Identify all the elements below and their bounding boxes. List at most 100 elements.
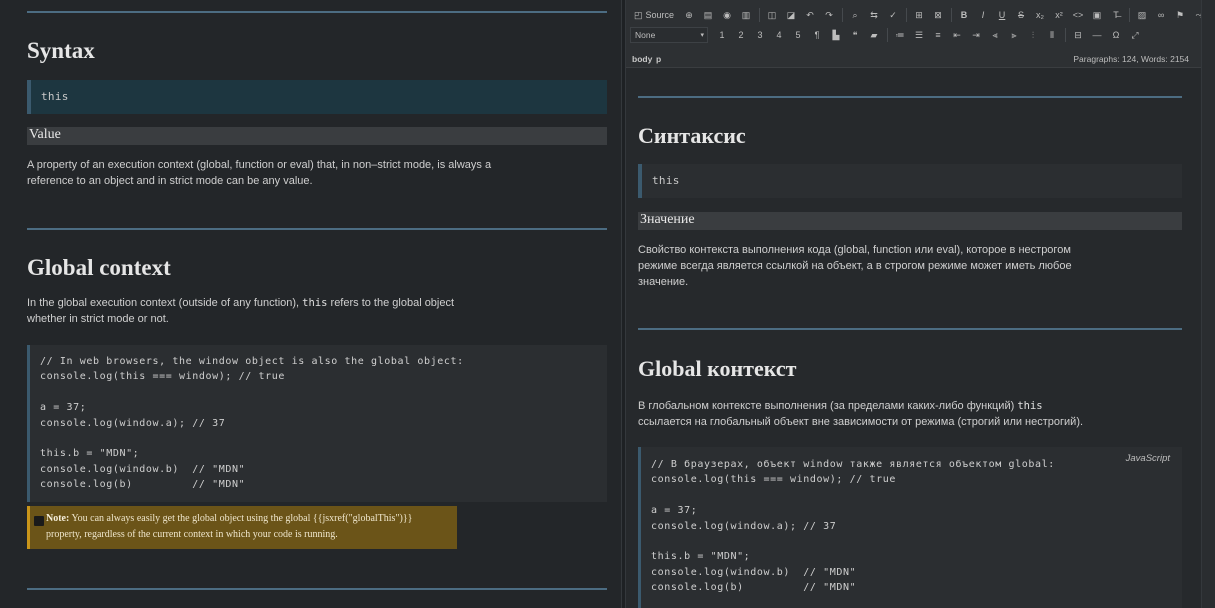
note-line: Note: You can always easily get the glob… xyxy=(46,511,446,527)
code-icon[interactable]: <> xyxy=(1070,7,1086,23)
special-char-icon[interactable]: Ω xyxy=(1108,27,1124,43)
copy-icon[interactable]: ◪ xyxy=(783,7,799,23)
value-paragraph[interactable]: Свойство контекста выполнения кода (glob… xyxy=(638,242,1178,290)
code-example-block[interactable]: // В браузерах, объект window также явля… xyxy=(638,447,1182,608)
format-select-value: None xyxy=(635,30,656,40)
link-icon[interactable]: ∞ xyxy=(1153,7,1169,23)
toolbar-separator xyxy=(1065,28,1066,42)
redo-icon[interactable]: ↷ xyxy=(821,7,837,23)
toolbar-row-1: ◰ Source ⊕ ▤ ◉ ▥ ◫ ◪ ↶ ↷ ⌕ ⇆ ✓ ⊞ ⊠ B I U … xyxy=(630,6,1210,24)
heading-5-icon[interactable]: 5 xyxy=(790,27,806,43)
inline-code: this xyxy=(1017,400,1043,412)
syntax-code: this xyxy=(652,174,680,187)
preview-icon[interactable]: ◉ xyxy=(719,7,735,23)
note-icon xyxy=(34,516,44,526)
source-label: Source xyxy=(645,10,675,20)
syntax-heading[interactable]: Синтаксис xyxy=(638,123,746,149)
box-icon[interactable]: ▣ xyxy=(1089,7,1105,23)
toolbar-separator xyxy=(951,8,953,22)
horizontal-rule-icon[interactable]: ― xyxy=(1089,27,1105,43)
bold-icon[interactable]: B xyxy=(956,7,972,23)
syntax-heading: Syntax xyxy=(27,38,95,63)
syntax-code-box[interactable]: this xyxy=(638,164,1182,198)
align-left-icon[interactable]: ⫷ xyxy=(987,27,1003,43)
value-heading-bar[interactable]: Значение xyxy=(638,212,1182,230)
heading-3-icon[interactable]: 3 xyxy=(752,27,768,43)
value-paragraph-line: Свойство контекста выполнения кода (glob… xyxy=(638,244,1071,256)
text-run: In the global execution context (outside… xyxy=(27,297,303,309)
cut-icon[interactable]: ◫ xyxy=(764,7,780,23)
code-example-block: // In web browsers, the window object is… xyxy=(27,345,607,502)
outdent-icon[interactable]: ⇤ xyxy=(949,27,965,43)
heading-1-icon[interactable]: 1 xyxy=(714,27,730,43)
find-icon[interactable]: ⌕ xyxy=(847,7,863,23)
maximize-icon[interactable]: ⤢ xyxy=(1127,27,1143,43)
value-paragraph-line: значение. xyxy=(638,276,689,288)
note-text: Note: You can always easily get the glob… xyxy=(46,511,446,543)
remove-format-icon[interactable]: ⊠ xyxy=(930,7,946,23)
section-divider xyxy=(638,328,1182,330)
strike-icon[interactable]: S xyxy=(1013,7,1029,23)
global-context-heading[interactable]: Global контекст xyxy=(638,356,796,382)
align-right-icon[interactable]: ⫶ xyxy=(1025,27,1041,43)
editor-scrollbar[interactable] xyxy=(1201,0,1215,608)
table-icon[interactable]: ⊟ xyxy=(1070,27,1086,43)
path-crumb-body[interactable]: body xyxy=(632,54,652,64)
toolbar-separator xyxy=(1129,8,1131,22)
justify-icon[interactable]: ⫴ xyxy=(1044,27,1060,43)
blockquote-icon[interactable]: ❝ xyxy=(847,27,863,43)
section-divider xyxy=(27,228,607,230)
save-icon[interactable]: ⊕ xyxy=(681,7,697,23)
word-count-status: Paragraphs: 124, Words: 2154 xyxy=(1073,54,1189,64)
chevron-down-icon: ▾ xyxy=(700,32,704,39)
numbered-list-icon[interactable]: ≔ xyxy=(892,27,908,43)
code-sample-icon[interactable]: ▙ xyxy=(828,27,844,43)
heading-4-icon[interactable]: 4 xyxy=(771,27,787,43)
global-paragraph[interactable]: В глобальном контексте выполнения (за пр… xyxy=(638,398,1178,430)
value-heading: Value xyxy=(29,127,61,142)
value-paragraph: A property of an execution context (glob… xyxy=(27,157,587,189)
new-page-icon[interactable]: ▤ xyxy=(700,7,716,23)
select-all-icon[interactable]: ⊞ xyxy=(911,7,927,23)
bullet-list-icon[interactable]: ☰ xyxy=(911,27,927,43)
text-run: You can always easily get the global obj… xyxy=(69,513,413,524)
format-select[interactable]: None ▾ xyxy=(630,27,708,43)
anchor-icon[interactable]: ⚑ xyxy=(1172,7,1188,23)
templates-icon[interactable]: ▥ xyxy=(738,7,754,23)
source-icon: ◰ xyxy=(634,9,643,20)
toolbar-separator xyxy=(759,8,761,22)
path-crumb-p[interactable]: p xyxy=(656,54,661,64)
superscript-icon[interactable]: x² xyxy=(1051,7,1067,23)
global-paragraph-line: In the global execution context (outside… xyxy=(27,295,587,311)
undo-icon[interactable]: ↶ xyxy=(802,7,818,23)
heading-2-icon[interactable]: 2 xyxy=(733,27,749,43)
spellcheck-icon[interactable]: ✓ xyxy=(885,7,901,23)
clear-format-icon[interactable]: T̶ xyxy=(1108,7,1124,23)
element-path-bar: body p Paragraphs: 124, Words: 2154 xyxy=(626,50,1201,68)
section-divider xyxy=(638,96,1182,98)
editor-toolbar: ◰ Source ⊕ ▤ ◉ ▥ ◫ ◪ ↶ ↷ ⌕ ⇆ ✓ ⊞ ⊠ B I U … xyxy=(626,0,1203,68)
global-paragraph-line: ссылается на глобальный объект вне завис… xyxy=(638,416,1084,428)
note-block-icon[interactable]: ▰ xyxy=(866,27,882,43)
image-icon[interactable]: ▨ xyxy=(1134,7,1150,23)
toolbar-row-2: None ▾ 1 2 3 4 5 ¶ ▙ ❝ ▰ ≔ ☰ ≡ ⇤ ⇥ ⫷ ⫸ ⫶ … xyxy=(630,26,1146,44)
value-paragraph-line: A property of an execution context (glob… xyxy=(27,159,492,171)
code-example: // В браузерах, объект window также явля… xyxy=(651,459,1055,594)
definition-list-icon[interactable]: ≡ xyxy=(930,27,946,43)
code-example: // In web browsers, the window object is… xyxy=(40,356,464,491)
subscript-icon[interactable]: x₂ xyxy=(1032,7,1048,23)
source-button[interactable]: ◰ Source xyxy=(630,7,678,23)
syntax-code: this xyxy=(41,90,69,103)
text-run: refers to the global object xyxy=(327,297,455,309)
toolbar-separator xyxy=(887,28,888,42)
italic-icon[interactable]: I xyxy=(975,7,991,23)
preformatted-icon[interactable]: ¶ xyxy=(809,27,825,43)
indent-icon[interactable]: ⇥ xyxy=(968,27,984,43)
underline-icon[interactable]: U xyxy=(994,7,1010,23)
note-line: property, regardless of the current cont… xyxy=(46,529,338,540)
editor-pane: ◰ Source ⊕ ▤ ◉ ▥ ◫ ◪ ↶ ↷ ⌕ ⇆ ✓ ⊞ ⊠ B I U … xyxy=(626,0,1203,608)
inline-code: this xyxy=(302,297,328,309)
replace-icon[interactable]: ⇆ xyxy=(866,7,882,23)
align-center-icon[interactable]: ⫸ xyxy=(1006,27,1022,43)
code-language-label: JavaScript xyxy=(1125,453,1170,464)
